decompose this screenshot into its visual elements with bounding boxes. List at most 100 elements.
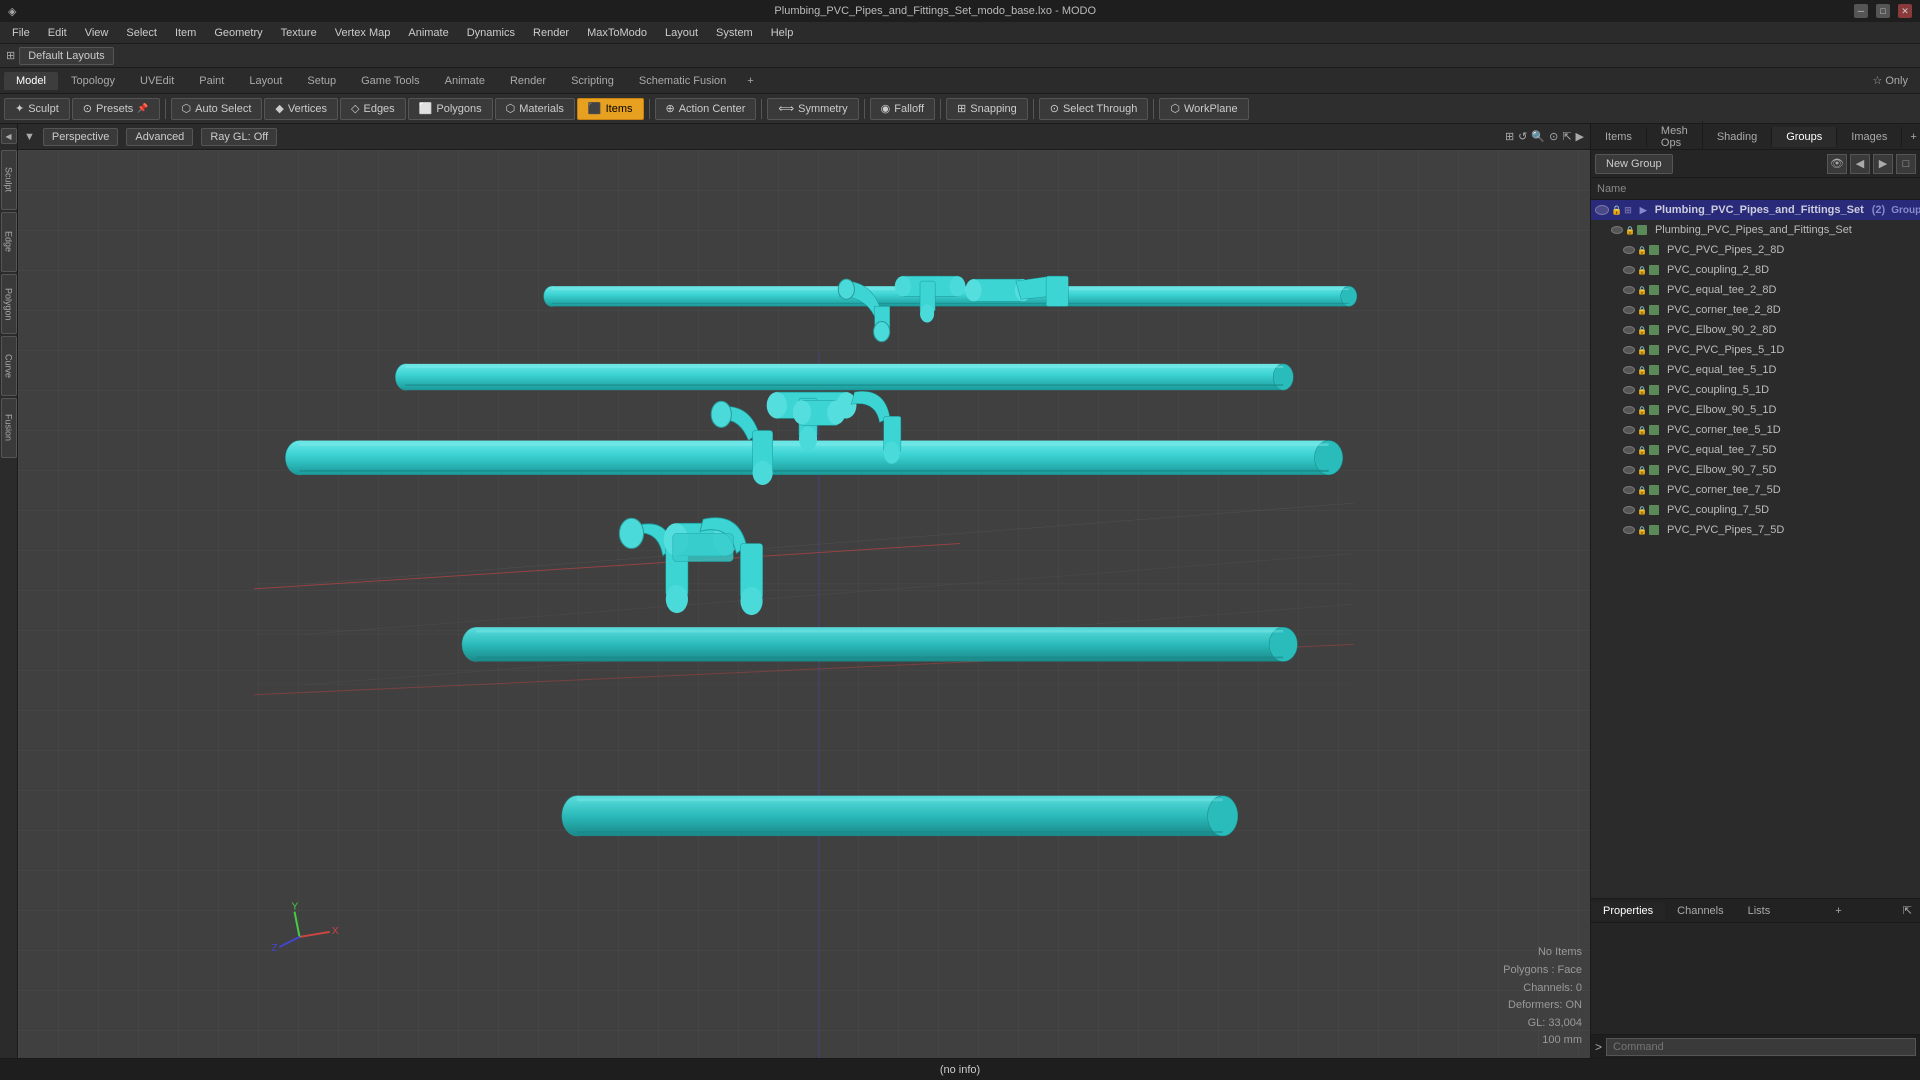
viewport-icon-1[interactable]: ⊞ [1505, 130, 1514, 143]
tree-item-11[interactable]: 🔒 PVC_equal_tee_7_5D [1591, 440, 1920, 460]
advanced-button[interactable]: Advanced [126, 128, 193, 146]
menu-item[interactable]: Item [167, 25, 204, 41]
snapping-button[interactable]: ⊞ Snapping [946, 98, 1028, 120]
tab-scripting[interactable]: Scripting [559, 72, 626, 90]
menu-texture[interactable]: Texture [273, 25, 325, 41]
rpanel-icon-3[interactable]: ▶ [1873, 154, 1893, 174]
tree-item-3[interactable]: 🔒 PVC_equal_tee_2_8D [1591, 280, 1920, 300]
rpanel-icon-2[interactable]: ◀ [1850, 154, 1870, 174]
tree-group-root[interactable]: 🔒 ⊞ ▶ Plumbing_PVC_Pipes_and_Fittings_Se… [1591, 200, 1920, 220]
rpanel-tab-groups[interactable]: Groups [1772, 127, 1837, 147]
new-group-button[interactable]: New Group [1595, 154, 1673, 174]
rpanel-icon-1[interactable]: 👁 [1827, 154, 1847, 174]
tree-item-4[interactable]: 🔒 PVC_corner_tee_2_8D [1591, 300, 1920, 320]
tree-item-9[interactable]: 🔒 PVC_Elbow_90_5_1D [1591, 400, 1920, 420]
rb-tab-properties[interactable]: Properties [1591, 902, 1665, 920]
tab-gametools[interactable]: Game Tools [349, 72, 432, 90]
actioncenter-label: Action Center [679, 103, 746, 115]
raygl-button[interactable]: Ray GL: Off [201, 128, 277, 146]
menu-help[interactable]: Help [763, 25, 802, 41]
viewport-settings[interactable]: ▶ [1576, 130, 1584, 143]
maximize-button[interactable]: □ [1876, 4, 1890, 18]
sidebar-tab-curve[interactable]: Curve [1, 336, 17, 396]
materials-button[interactable]: ⬡ Materials [495, 98, 575, 120]
menu-dynamics[interactable]: Dynamics [459, 25, 523, 41]
menu-render[interactable]: Render [525, 25, 577, 41]
menu-geometry[interactable]: Geometry [206, 25, 270, 41]
rpanel-tab-shading[interactable]: Shading [1703, 127, 1772, 147]
rpanel-tab-items[interactable]: Items [1591, 127, 1647, 147]
tab-topology[interactable]: Topology [59, 72, 127, 90]
tree-item-14[interactable]: 🔒 PVC_coupling_7_5D [1591, 500, 1920, 520]
symmetry-button[interactable]: ⟺ Symmetry [767, 98, 858, 120]
sculpt-button[interactable]: ✦ Sculpt [4, 98, 70, 120]
command-input[interactable] [1606, 1038, 1916, 1056]
tree-item-5[interactable]: 🔒 PVC_Elbow_90_2_8D [1591, 320, 1920, 340]
tab-render[interactable]: Render [498, 72, 558, 90]
rpanel-tab-images[interactable]: Images [1837, 127, 1902, 147]
close-button[interactable]: ✕ [1898, 4, 1912, 18]
scene-tree[interactable]: 🔒 ⊞ ▶ Plumbing_PVC_Pipes_and_Fittings_Se… [1591, 200, 1920, 898]
viewport-toggle[interactable]: ▼ [24, 131, 35, 143]
eye-icon-13 [1623, 486, 1635, 494]
menu-view[interactable]: View [77, 25, 117, 41]
viewport-icon-2[interactable]: ↺ [1518, 130, 1527, 143]
viewport[interactable]: ▼ Perspective Advanced Ray GL: Off ⊞ ↺ 🔍… [18, 124, 1590, 1058]
viewport-icon-3[interactable]: 🔍 [1531, 130, 1545, 143]
menu-edit[interactable]: Edit [40, 25, 75, 41]
menu-system[interactable]: System [708, 25, 761, 41]
menu-select[interactable]: Select [118, 25, 165, 41]
tree-item-0[interactable]: 🔒 Plumbing_PVC_Pipes_and_Fittings_Set [1591, 220, 1920, 240]
viewport-icon-4[interactable]: ⊙ [1549, 130, 1558, 143]
tree-item-13[interactable]: 🔒 PVC_corner_tee_7_5D [1591, 480, 1920, 500]
menu-layout[interactable]: Layout [657, 25, 706, 41]
tab-schematicfusion[interactable]: Schematic Fusion [627, 72, 738, 90]
polygons-button[interactable]: ⬜ Polygons [408, 98, 493, 120]
tree-item-7[interactable]: 🔒 PVC_equal_tee_5_1D [1591, 360, 1920, 380]
tab-animate[interactable]: Animate [433, 72, 497, 90]
falloff-button[interactable]: ◉ Falloff [870, 98, 935, 120]
rb-tab-add[interactable]: + [1827, 902, 1849, 920]
rb-tab-lists[interactable]: Lists [1736, 902, 1783, 920]
menu-file[interactable]: File [4, 25, 38, 41]
minimize-button[interactable]: ─ [1854, 4, 1868, 18]
tree-item-15[interactable]: 🔒 PVC_PVC_Pipes_7_5D [1591, 520, 1920, 540]
tab-uvedit[interactable]: UVEdit [128, 72, 186, 90]
presets-button[interactable]: ⊙ Presets 📌 [72, 98, 160, 120]
sidebar-toggle[interactable]: ◀ [1, 128, 17, 144]
menu-animate[interactable]: Animate [400, 25, 456, 41]
items-button[interactable]: ⬛ Items [577, 98, 644, 120]
rpanel-icon-4[interactable]: □ [1896, 154, 1916, 174]
rpanel-tab-meshops[interactable]: Mesh Ops [1647, 121, 1703, 153]
tree-item-12[interactable]: 🔒 PVC_Elbow_90_7_5D [1591, 460, 1920, 480]
tab-layout[interactable]: Layout [237, 72, 294, 90]
tree-item-10[interactable]: 🔒 PVC_corner_tee_5_1D [1591, 420, 1920, 440]
actioncenter-button[interactable]: ⊕ Action Center [655, 98, 757, 120]
tree-item-1[interactable]: 🔒 PVC_PVC_Pipes_2_8D [1591, 240, 1920, 260]
tab-paint[interactable]: Paint [187, 72, 236, 90]
tree-item-6[interactable]: 🔒 PVC_PVC_Pipes_5_1D [1591, 340, 1920, 360]
vertices-button[interactable]: ◆ Vertices [264, 98, 338, 120]
add-tab-button[interactable]: + [739, 72, 761, 90]
tree-item-2[interactable]: 🔒 PVC_coupling_2_8D [1591, 260, 1920, 280]
sidebar-tab-fusion[interactable]: Fusion [1, 398, 17, 458]
viewport-canvas[interactable]: X Y Z No Items Polygons : Face Channels:… [18, 150, 1590, 1058]
rb-expand[interactable]: ⇱ [1895, 901, 1920, 920]
sidebar-tab-sculpt[interactable]: Sculpt [1, 150, 17, 210]
sidebar-tab-edge[interactable]: Edge [1, 212, 17, 272]
menu-maxtomodo[interactable]: MaxToModo [579, 25, 655, 41]
rpanel-add-tab[interactable]: + [1902, 127, 1920, 147]
layout-selector[interactable]: Default Layouts [19, 47, 113, 65]
tab-model[interactable]: Model [4, 72, 58, 90]
autoselect-button[interactable]: ⬡ Auto Select [171, 98, 263, 120]
perspective-button[interactable]: Perspective [43, 128, 118, 146]
rb-tab-channels[interactable]: Channels [1665, 902, 1735, 920]
viewport-expand[interactable]: ⇱ [1562, 130, 1571, 143]
sidebar-tab-polygon[interactable]: Polygon [1, 274, 17, 334]
tree-item-8[interactable]: 🔒 PVC_coupling_5_1D [1591, 380, 1920, 400]
selectthrough-button[interactable]: ⊙ Select Through [1039, 98, 1149, 120]
workplane-button[interactable]: ⬡ WorkPlane [1159, 98, 1248, 120]
edges-button[interactable]: ◇ Edges [340, 98, 406, 120]
tab-setup[interactable]: Setup [295, 72, 348, 90]
menu-vertexmap[interactable]: Vertex Map [327, 25, 399, 41]
